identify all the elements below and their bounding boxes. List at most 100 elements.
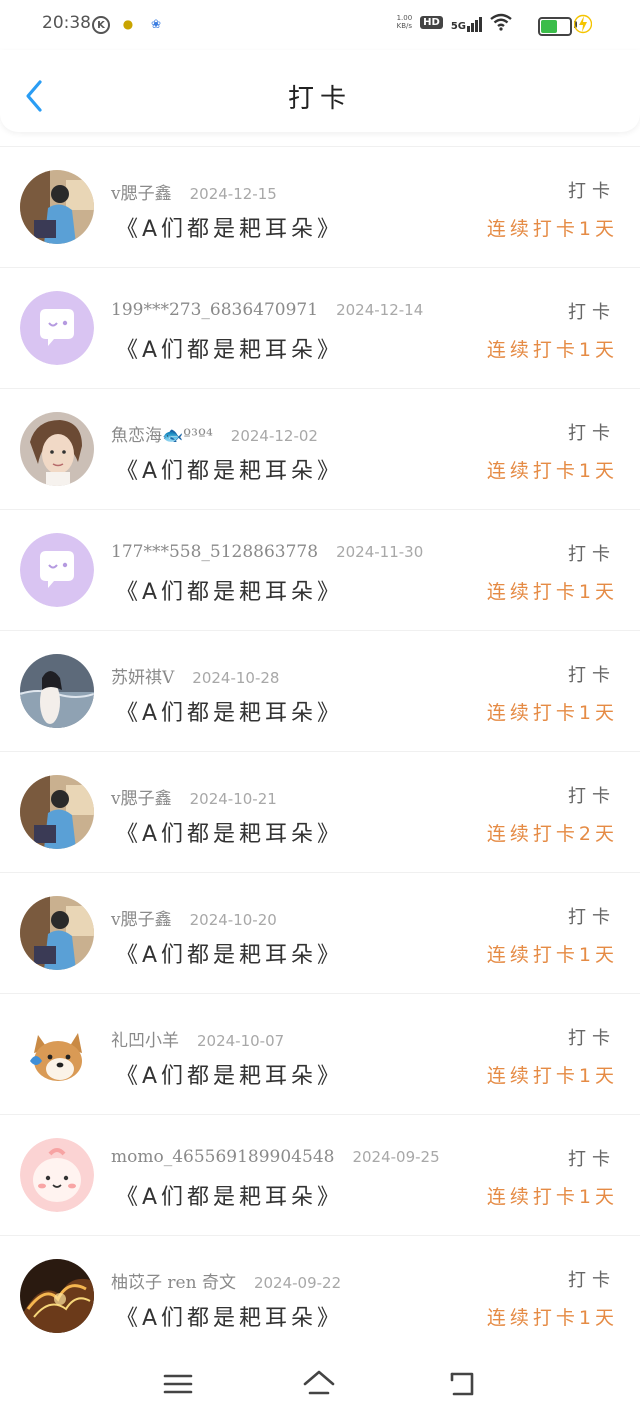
username[interactable]: 柚苡子 ren 奇文 2024-09-22 (111, 1268, 341, 1293)
net-speed: 1.00 KB/s (396, 14, 413, 30)
streak-label: 连续打卡1天 (486, 218, 618, 240)
book-title[interactable]: 《A们都是耙耳朵》 (116, 332, 343, 364)
checkin-date: 2024-10-21 (189, 790, 277, 808)
battery-icon (538, 17, 572, 36)
signal-icon: 5G (451, 12, 482, 32)
wifi-icon (490, 13, 512, 31)
username[interactable]: v腮子鑫 2024-12-15 (111, 179, 277, 204)
checkin-type: 打卡 (568, 423, 616, 444)
checkin-date: 2024-12-02 (230, 427, 318, 445)
checkin-item[interactable]: 礼凹小羊 2024-10-07 《A们都是耙耳朵》 打卡连续打卡1天 (0, 994, 640, 1115)
back-icon (450, 1372, 474, 1396)
avatar[interactable] (20, 1259, 94, 1333)
username[interactable]: 199***273_6836470971 2024-12-14 (111, 300, 423, 320)
checkin-date: 2024-09-22 (253, 1274, 342, 1292)
avatar[interactable] (20, 170, 94, 244)
checkin-item[interactable]: 魚恋海🐟º³º⁴ 2024-12-02 《A们都是耙耳朵》 打卡连续打卡1天 (0, 389, 640, 510)
page-title: 打卡 (287, 84, 352, 114)
username[interactable]: 苏妍祺V 2024-10-28 (111, 663, 279, 688)
checkin-date: 2024-10-28 (192, 669, 280, 687)
book-title[interactable]: 《A们都是耙耳朵》 (116, 937, 343, 969)
username-text[interactable]: v腮子鑫 (111, 789, 172, 809)
avatar[interactable] (20, 412, 94, 486)
streak-label: 连续打卡1天 (486, 944, 618, 966)
status-bar: 20:38 K ● ❀ 1.00 KB/s HD 5G (0, 0, 640, 50)
streak-label: 连续打卡1天 (486, 339, 618, 361)
username-text[interactable]: 柚苡子 ren 奇文 (111, 1273, 236, 1293)
avatar[interactable] (20, 533, 94, 607)
checkin-type: 打卡 (568, 544, 616, 565)
book-title[interactable]: 《A们都是耙耳朵》 (116, 453, 343, 485)
checkin-item[interactable]: 199***273_6836470971 2024-12-14 《A们都是耙耳朵》 打… (0, 268, 640, 389)
checkin-type: 打卡 (568, 1028, 616, 1049)
checkin-item[interactable]: v腮子鑫 2024-12-15 《A们都是耙耳朵》 打卡连续打卡1天 (0, 146, 640, 268)
menu-icon (163, 1374, 193, 1394)
avatar[interactable] (20, 775, 94, 849)
status-time: 20:38 (42, 13, 91, 33)
username-text[interactable]: 177***558_5128863778 (111, 542, 318, 562)
book-title[interactable]: 《A们都是耙耳朵》 (116, 1179, 343, 1211)
book-title[interactable]: 《A们都是耙耳朵》 (116, 1058, 343, 1090)
username[interactable]: 177***558_5128863778 2024-11-30 (111, 542, 423, 562)
avatar[interactable] (20, 1138, 94, 1212)
system-nav-bar (0, 1352, 640, 1422)
checkin-item[interactable]: v腮子鑫 2024-10-21 《A们都是耙耳朵》 打卡连续打卡2天 (0, 752, 640, 873)
streak-label: 连续打卡2天 (486, 823, 618, 845)
username[interactable]: 魚恋海🐟º³º⁴ 2024-12-02 (111, 421, 318, 446)
bee-app-icon: ● (122, 17, 134, 31)
avatar[interactable] (20, 1017, 94, 1091)
checkin-date: 2024-12-14 (336, 301, 424, 319)
checkin-date: 2024-09-25 (352, 1148, 440, 1166)
checkin-type: 打卡 (568, 786, 616, 807)
home-icon (303, 1370, 335, 1395)
username[interactable]: v腮子鑫 2024-10-21 (111, 784, 277, 809)
username-text[interactable]: 199***273_6836470971 (111, 300, 318, 320)
book-title[interactable]: 《A们都是耙耳朵》 (116, 574, 343, 606)
book-title[interactable]: 《A们都是耙耳朵》 (116, 816, 343, 848)
checkin-item[interactable]: 苏妍祺V 2024-10-28 《A们都是耙耳朵》 打卡连续打卡1天 (0, 631, 640, 752)
checkin-type: 打卡 (568, 1149, 616, 1170)
header: 打卡 (0, 50, 640, 132)
checkin-item[interactable]: v腮子鑫 2024-10-20 《A们都是耙耳朵》 打卡连续打卡1天 (0, 873, 640, 994)
streak-label: 连续打卡1天 (486, 1307, 618, 1329)
username[interactable]: momo_465569189904548 2024-09-25 (111, 1147, 440, 1167)
username-text[interactable]: 魚恋海🐟º³º⁴ (111, 426, 213, 446)
checkin-item[interactable]: 177***558_5128863778 2024-11-30 《A们都是耙耳朵》 打… (0, 510, 640, 631)
book-title[interactable]: 《A们都是耙耳朵》 (116, 211, 343, 243)
avatar[interactable] (20, 654, 94, 728)
book-title[interactable]: 《A们都是耙耳朵》 (116, 695, 343, 727)
hd-badge: HD (420, 15, 443, 29)
checkin-type: 打卡 (568, 302, 616, 323)
checkin-type: 打卡 (568, 907, 616, 928)
username[interactable]: v腮子鑫 2024-10-20 (111, 905, 277, 930)
username-text[interactable]: v腮子鑫 (111, 910, 172, 930)
checkin-date: 2024-10-20 (189, 911, 277, 929)
book-title[interactable]: 《A们都是耙耳朵》 (116, 1300, 343, 1332)
checkin-type: 打卡 (568, 181, 616, 202)
avatar[interactable] (20, 291, 94, 365)
checkin-type: 打卡 (568, 665, 616, 686)
streak-label: 连续打卡1天 (486, 1186, 618, 1208)
username-text[interactable]: v腮子鑫 (111, 184, 172, 204)
username[interactable]: 礼凹小羊 2024-10-07 (111, 1026, 284, 1051)
k-app-icon: K (92, 16, 110, 34)
checkin-item[interactable]: 柚苡子 ren 奇文 2024-09-22 《A们都是耙耳朵》 打卡 连续打卡1天 (0, 1236, 640, 1357)
streak-label: 连续打卡1天 (486, 460, 618, 482)
paw-app-icon: ❀ (150, 17, 162, 31)
avatar[interactable] (20, 896, 94, 970)
streak-label: 连续打卡1天 (486, 702, 618, 724)
system-back-button[interactable] (444, 1366, 480, 1402)
checkin-date: 2024-11-30 (336, 543, 424, 561)
checkin-list: v腮子鑫 2024-12-15 《A们都是耙耳朵》 打卡 连续打卡1天 199***273… (0, 146, 640, 1357)
username-text[interactable]: momo_465569189904548 (111, 1147, 334, 1167)
checkin-date: 2024-12-15 (189, 185, 277, 203)
menu-button[interactable] (160, 1366, 196, 1402)
home-button[interactable] (301, 1366, 337, 1402)
streak-label: 连续打卡1天 (486, 1065, 618, 1087)
checkin-item[interactable]: momo_465569189904548 2024-09-25 《A们都是耙耳朵》 打… (0, 1115, 640, 1236)
battery-level (541, 20, 557, 33)
streak-label: 连续打卡1天 (486, 581, 618, 603)
status-right-group: 1.00 KB/s HD 5G (397, 12, 512, 32)
username-text[interactable]: 苏妍祺V (111, 668, 174, 688)
username-text[interactable]: 礼凹小羊 (111, 1031, 179, 1051)
